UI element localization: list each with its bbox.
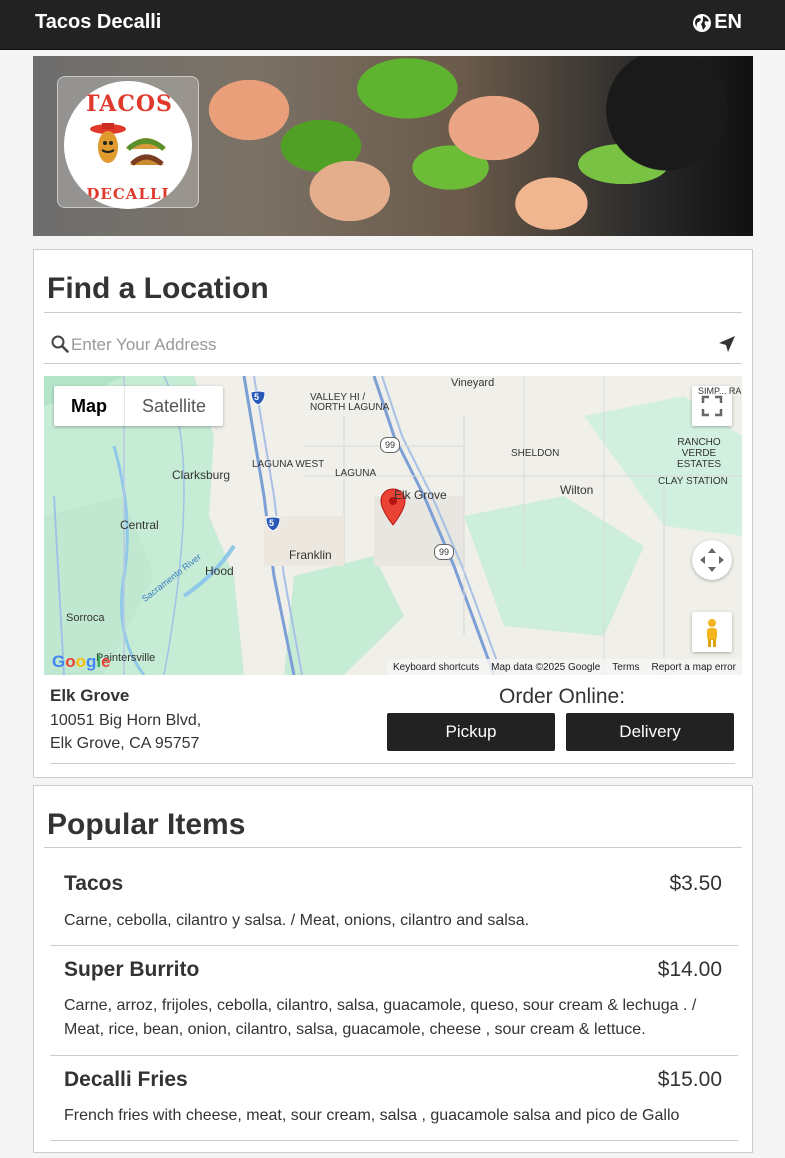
map-label: Central (120, 518, 159, 532)
highway-number: 5 (269, 518, 275, 528)
item-name: Decalli Fries (64, 1068, 188, 1091)
restaurant-logo[interactable]: TACOS DECALLI (64, 81, 192, 209)
find-location-card: Find a Location Enter Your Address Map S… (33, 249, 753, 778)
highway-shield: 5 (250, 390, 266, 411)
map-label: Clarksburg (172, 468, 231, 482)
item-price: $15.00 (657, 1068, 722, 1091)
store-address: 10051 Big Horn Blvd, Elk Grove, CA 95757 (50, 709, 201, 755)
divider (44, 312, 742, 313)
map-label: SIMP... RAN... (698, 386, 742, 396)
divider (50, 763, 735, 764)
locate-me-icon[interactable] (718, 335, 736, 353)
search-icon (51, 335, 69, 353)
popular-items-title: Popular Items (47, 808, 246, 841)
store-name: Elk Grove (50, 686, 130, 705)
address-line-2: Elk Grove, CA 95757 (50, 735, 200, 752)
camera-control-button[interactable] (692, 540, 732, 580)
highway-shield: 99 (434, 544, 454, 560)
map-type-control: Map Satellite (54, 386, 224, 426)
map-label: LAGUNA (335, 468, 377, 479)
map-label: RANCHO VERDE ESTATES (676, 437, 722, 470)
map-label: Wilton (560, 483, 594, 497)
map-label: Sorroca (66, 612, 105, 624)
address-input[interactable] (69, 331, 713, 359)
terms-link[interactable]: Terms (612, 662, 639, 673)
logo-bottom-text: DECALLI (86, 185, 170, 203)
highway-shield: 5 (265, 516, 281, 537)
map-data-text: Map data ©2025 Google (491, 661, 601, 673)
divider (50, 1055, 738, 1056)
globe-icon (693, 13, 712, 32)
order-online-title: Order Online: (499, 685, 626, 708)
divider (44, 847, 742, 848)
logo-frame: TACOS DECALLI (57, 76, 199, 209)
location-map[interactable]: Map Satellite Vineyard VALLEY HI / NORTH… (44, 376, 742, 675)
map-label: Vineyard (451, 377, 495, 389)
logo-top-text: TACOS (83, 91, 173, 117)
item-price: $14.00 (657, 958, 722, 981)
taco-mascot-icon (90, 123, 166, 166)
map-type-map[interactable]: Map (54, 386, 125, 426)
address-search (44, 325, 742, 364)
map-label: VALLEY HI / NORTH LAGUNA (310, 392, 390, 413)
map-attribution-bar: Keyboard shortcuts Map data ©2025 Google… (386, 659, 742, 675)
popular-items-card: Popular Items Tacos $3.50 Carne, cebolla… (33, 785, 753, 1153)
divider (50, 1140, 738, 1141)
language-selector[interactable]: EN (692, 11, 742, 34)
brand-name[interactable]: Tacos Decalli (35, 11, 161, 34)
map-type-satellite[interactable]: Satellite (125, 386, 223, 426)
map-label: CLAY STATION (658, 476, 728, 487)
divider (50, 945, 738, 946)
item-name: Tacos (64, 872, 124, 895)
delivery-button[interactable]: Delivery (566, 713, 734, 751)
pan-arrows-icon (700, 548, 724, 572)
highway-number: 5 (254, 392, 260, 402)
highway-shield: 99 (380, 437, 400, 453)
top-navbar: Tacos Decalli EN (0, 0, 785, 50)
map-label: Franklin (289, 548, 332, 562)
map-label: Elk Grove (394, 488, 447, 502)
hero-banner: TACOS DECALLI (33, 56, 753, 236)
street-view-button[interactable] (692, 612, 732, 652)
item-description: French fries with cheese, meat, sour cre… (64, 1107, 680, 1124)
pegman-icon (707, 619, 717, 647)
item-price: $3.50 (669, 872, 722, 895)
map-label: Hood (205, 564, 234, 578)
find-location-title: Find a Location (47, 272, 269, 305)
google-logo: Google (52, 652, 111, 671)
map-label: SHELDON (511, 448, 560, 459)
keyboard-shortcuts-link[interactable]: Keyboard shortcuts (393, 662, 479, 673)
report-map-error-link[interactable]: Report a map error (652, 662, 736, 673)
address-line-1: 10051 Big Horn Blvd, (50, 712, 202, 729)
pickup-button[interactable]: Pickup (387, 713, 555, 751)
map-label: LAGUNA WEST (252, 459, 325, 470)
item-name: Super Burrito (64, 958, 200, 981)
item-description: Carne, cebolla, cilantro y salsa. / Meat… (64, 912, 530, 929)
language-label: EN (714, 11, 742, 33)
item-description: Carne, arroz, frijoles, cebolla, cilantr… (64, 997, 697, 1038)
